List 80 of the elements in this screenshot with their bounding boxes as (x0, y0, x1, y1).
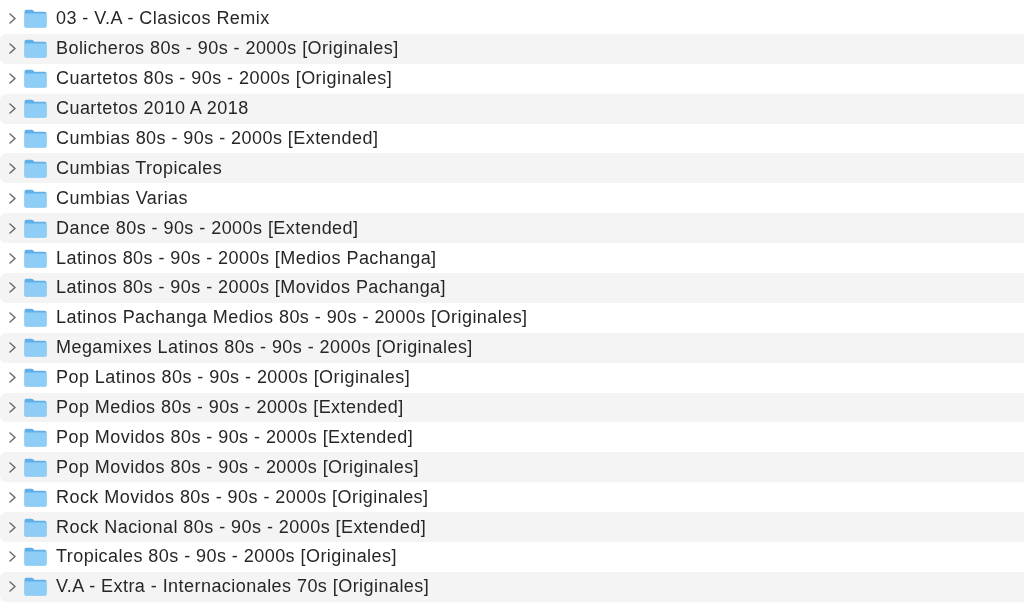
folder-row[interactable]: Megamixes Latinos 80s - 90s - 2000s [Originales] (0, 332, 1024, 363)
chevron-icon[interactable] (9, 103, 16, 115)
folder-name: Rock Nacional 80s - 90s - 2000s [Extended] (56, 516, 427, 538)
folder-icon (24, 99, 47, 119)
folder-name: Latinos 80s - 90s - 2000s [Medios Pachanga] (56, 247, 437, 269)
folder-row[interactable]: Latinos 80s - 90s - 2000s [Movidos Pachanga] (0, 273, 1024, 303)
folder-icon (24, 517, 47, 537)
folder-icon (24, 457, 47, 477)
folder-row[interactable]: Pop Latinos 80s - 90s - 2000s [Originales] (0, 362, 1024, 393)
folder-name: Tropicales 80s - 90s - 2000s [Originales] (56, 546, 397, 568)
folder-row[interactable]: Bolicheros 80s - 90s - 2000s [Originales] (0, 33, 1024, 64)
chevron-icon[interactable] (9, 282, 16, 294)
folder-name: Cuartetos 80s - 90s - 2000s [Originales] (56, 68, 393, 90)
folder-row[interactable]: Cumbias Tropicales (0, 153, 1024, 184)
folder-icon (24, 338, 47, 358)
folder-icon (24, 69, 47, 89)
chevron-icon[interactable] (9, 461, 16, 473)
chevron-icon[interactable] (9, 73, 16, 85)
folder-row[interactable]: Latinos 80s - 90s - 2000s [Medios Pachanga] (0, 243, 1024, 273)
chevron-icon[interactable] (9, 342, 16, 354)
folder-row[interactable]: Rock Movidos 80s - 90s - 2000s [Originales] (0, 482, 1024, 513)
chevron-icon[interactable] (9, 162, 16, 174)
chevron-icon[interactable] (9, 192, 16, 204)
folder-name: Pop Movidos 80s - 90s - 2000s [Originales] (56, 456, 420, 478)
folder-icon (24, 547, 47, 567)
folder-row[interactable]: Pop Medios 80s - 90s - 2000s [Extended] (0, 392, 1024, 423)
folder-icon (24, 218, 47, 238)
folder-name: V.A - Extra - Internacionales 70s [Originales] (56, 576, 430, 598)
folder-name: Pop Latinos 80s - 90s - 2000s [Originales] (56, 367, 411, 389)
folder-name: Bolicheros 80s - 90s - 2000s [Originales] (56, 38, 399, 60)
folder-icon (24, 129, 47, 148)
chevron-icon[interactable] (9, 402, 16, 413)
folder-name: 03 - V.A - Clasicos Remix (56, 8, 270, 30)
folder-row[interactable]: Cuartetos 2010 A 2018 (0, 93, 1024, 124)
folder-icon (24, 158, 47, 178)
chevron-icon[interactable] (9, 431, 16, 443)
chevron-icon[interactable] (9, 521, 16, 533)
folder-icon (24, 487, 47, 507)
chevron-icon[interactable] (9, 43, 16, 55)
folder-row[interactable]: Cuartetos 80s - 90s - 2000s [Originales] (0, 63, 1024, 94)
folder-name: Pop Medios 80s - 90s - 2000s [Extended] (56, 397, 404, 418)
folder-row[interactable]: Cumbias 80s - 90s - 2000s [Extended] (0, 123, 1024, 154)
folder-name: Rock Movidos 80s - 90s - 2000s [Originales] (56, 486, 429, 508)
chevron-icon[interactable] (9, 133, 16, 144)
folder-row[interactable]: V.A - Extra - Internacionales 70s [Originales] (0, 571, 1024, 602)
folder-name: Dance 80s - 90s - 2000s [Extended] (56, 217, 359, 239)
chevron-icon[interactable] (9, 491, 16, 503)
folder-name: Latinos Pachanga Medios 80s - 90s - 2000s [Originales] (56, 307, 528, 329)
chevron-icon[interactable] (9, 13, 16, 25)
folder-icon (24, 278, 47, 298)
folder-row[interactable]: Cumbias Varias (0, 183, 1024, 214)
folder-row[interactable]: 03 - V.A - Clasicos Remix (0, 4, 1024, 34)
chevron-icon[interactable] (9, 551, 16, 563)
folder-icon (24, 248, 47, 268)
folder-icon (24, 368, 47, 388)
folder-row[interactable]: Tropicales 80s - 90s - 2000s [Originales] (0, 542, 1024, 572)
chevron-icon[interactable] (9, 581, 16, 593)
folder-icon (24, 398, 47, 417)
folder-row[interactable]: Pop Movidos 80s - 90s - 2000s [Originales] (0, 452, 1024, 483)
folder-icon (24, 39, 47, 59)
folder-row[interactable]: Rock Nacional 80s - 90s - 2000s [Extended] (0, 512, 1024, 543)
folder-name: Cuartetos 2010 A 2018 (56, 98, 249, 120)
folder-icon (24, 308, 47, 328)
chevron-icon[interactable] (9, 312, 16, 324)
folder-row[interactable]: Pop Movidos 80s - 90s - 2000s [Extended] (0, 422, 1024, 453)
folder-name: Pop Movidos 80s - 90s - 2000s [Extended] (56, 426, 414, 448)
folder-name: Cumbias 80s - 90s - 2000s [Extended] (56, 128, 379, 149)
folder-name: Latinos 80s - 90s - 2000s [Movidos Pachanga] (56, 277, 447, 299)
chevron-icon[interactable] (9, 372, 16, 384)
folder-row[interactable]: Latinos Pachanga Medios 80s - 90s - 2000s [Originales] (0, 302, 1024, 333)
chevron-icon[interactable] (9, 222, 16, 234)
folder-name: Cumbias Tropicales (56, 157, 223, 179)
folder-row[interactable]: Dance 80s - 90s - 2000s [Extended] (0, 213, 1024, 244)
folder-name: Cumbias Varias (56, 187, 188, 209)
folder-name: Megamixes Latinos 80s - 90s - 2000s [Originales] (56, 337, 473, 359)
chevron-icon[interactable] (9, 252, 16, 264)
folder-icon (24, 188, 47, 208)
folder-icon (24, 577, 47, 597)
folder-icon (24, 427, 47, 447)
folder-icon (24, 9, 47, 29)
